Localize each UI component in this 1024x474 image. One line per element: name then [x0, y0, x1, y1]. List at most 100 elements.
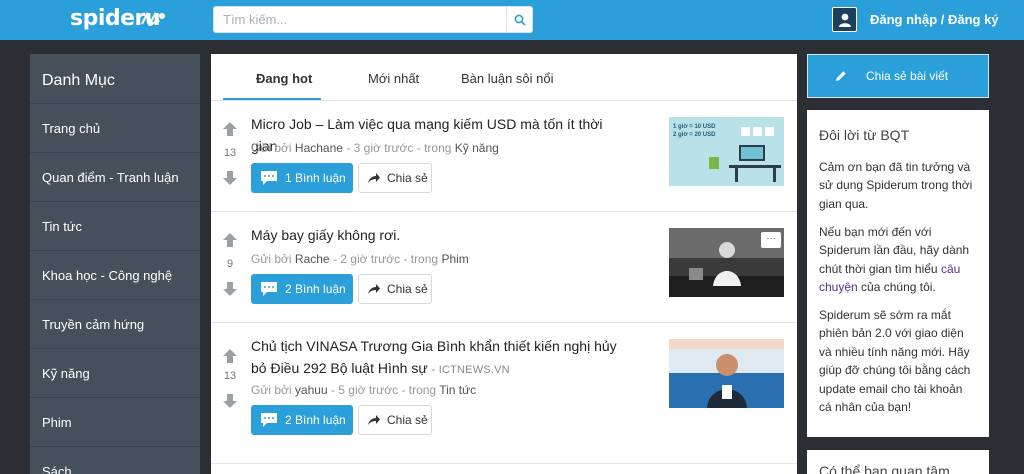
text-line: sử dụng Spiderum trong thời [819, 178, 973, 193]
post-thumbnail[interactable]: 1 giờ = 10 USD 2 giờ = 20 USD [669, 117, 784, 186]
vote-count: 13 [223, 370, 237, 382]
text-line: Spiderum sẽ sớm ra mắt [819, 308, 951, 322]
post-meta: Gửi bởi Rache - 2 giờ trước - trong Phim [251, 252, 469, 266]
post-time: - 2 giờ trước - trong [332, 252, 439, 266]
text-line: giúp đỡ chúng tôi bằng cách [819, 363, 971, 378]
text-line: Nếu bạn mới đến với [819, 225, 932, 239]
author-link[interactable]: Rache [295, 252, 330, 266]
category-link[interactable]: Kỹ năng [455, 141, 499, 155]
share-button[interactable]: Chia sẻ [358, 163, 432, 193]
suggested-card: Có thể bạn quan tâm [807, 450, 989, 474]
sidebar-item-home[interactable]: Trang chủ [30, 103, 200, 152]
divider [211, 211, 797, 212]
search-input[interactable] [214, 7, 504, 32]
comment-bubble-icon [261, 171, 277, 185]
sidebar-item-opinion[interactable]: Quan điểm - Tranh luận [30, 152, 200, 201]
vote-count: 13 [223, 147, 237, 159]
search-button[interactable] [506, 7, 532, 32]
share-label: Chia sẻ [387, 282, 428, 296]
downvote-arrow-icon[interactable] [221, 392, 239, 410]
story-link[interactable]: câu [941, 262, 960, 276]
by-label: Gửi bởi [251, 141, 292, 155]
text-fragment: chút thời gian tìm hiểu [819, 261, 938, 276]
text-line: Cảm ơn bạn đã tin tưởng và [819, 160, 971, 174]
sidebar-item-skills[interactable]: Kỹ năng [30, 348, 200, 397]
spider-logo-icon[interactable] [140, 10, 166, 28]
comment-bubble-icon [261, 282, 277, 296]
post-feed: Đang hot Mới nhất Bàn luận sôi nổi 13 Mi… [211, 54, 797, 474]
sidebar-item-news[interactable]: Tin tức [30, 201, 200, 250]
upvote-arrow-icon[interactable] [221, 120, 239, 138]
top-navbar: spideru Đăng nhập / Đăng ký [0, 0, 1024, 40]
comments-label: 2 Bình luận [285, 413, 346, 427]
tab-most-discussed[interactable]: Bàn luận sôi nổi [461, 71, 554, 86]
pencil-icon [836, 71, 846, 81]
share-post-label: Chia sẻ bài viết [866, 69, 949, 83]
sidebar-item-inspiration[interactable]: Truyền cảm hứng [30, 299, 200, 348]
sidebar-item-movies[interactable]: Phim [30, 397, 200, 446]
admin-note-paragraph: Nếu bạn mới đến với Spiderum lần đầu, hã… [819, 223, 981, 297]
text-line: Spiderum lần đầu, hãy dành [819, 243, 970, 258]
admin-note-title: Đôi lời từ BQT [819, 127, 910, 143]
admin-note-card: Đôi lời từ BQT Cảm ơn bạn đã tin tưởng v… [807, 110, 989, 437]
text-line: chút thời gian tìm hiểu câu [819, 260, 981, 278]
category-link[interactable]: Phim [441, 252, 468, 266]
user-avatar-icon[interactable] [832, 7, 857, 32]
text-line: và nhiều tính năng mới. Hãy [819, 344, 970, 359]
post-thumbnail[interactable] [669, 339, 784, 408]
post-source[interactable]: - ICTNEWS.VN [432, 364, 510, 376]
sidebar-item-science-tech[interactable]: Khoa học - Công nghệ [30, 250, 200, 299]
upvote-arrow-icon[interactable] [221, 231, 239, 249]
text-line: phiên bản 2.0 với giao diện [819, 326, 964, 341]
thumb-caption-1: 1 giờ = 10 USD [673, 124, 716, 130]
comment-bubble-icon [261, 413, 277, 427]
comments-button[interactable]: 1 Bình luận [251, 163, 353, 193]
suggested-title: Có thể bạn quan tâm [819, 463, 950, 474]
share-arrow-icon [368, 284, 380, 294]
tab-newest[interactable]: Mới nhất [368, 71, 419, 86]
post-title[interactable]: Chủ tịch VINASA Trương Gia Bình khẩn thi… [251, 335, 631, 381]
text-line: chuyện của chúng tôi. [819, 278, 981, 296]
share-arrow-icon [368, 173, 380, 183]
downvote-arrow-icon[interactable] [221, 280, 239, 298]
text-line: cá nhân của bạn! [819, 400, 912, 415]
thumb-caption-2: 2 giờ = 20 USD [673, 132, 716, 138]
author-link[interactable]: yahuu [295, 383, 328, 397]
post-meta: Gửi bởi Hachane - 3 giờ trước - trong Kỹ… [251, 141, 499, 155]
by-label: Gửi bởi [251, 383, 292, 397]
share-arrow-icon [368, 415, 380, 425]
share-label: Chia sẻ [387, 171, 428, 185]
category-sidebar: Danh Mục Trang chủ Quan điểm - Tranh luậ… [30, 54, 200, 474]
divider [211, 322, 797, 323]
comments-button[interactable]: 2 Bình luận [251, 405, 353, 435]
author-link[interactable]: Hachane [295, 141, 343, 155]
tab-hot[interactable]: Đang hot [256, 71, 312, 86]
share-button[interactable]: Chia sẻ [358, 274, 432, 304]
share-post-button[interactable]: Chia sẻ bài viết [807, 54, 989, 98]
comments-label: 1 Bình luận [285, 171, 346, 185]
search-box [213, 6, 533, 33]
sidebar-item-books[interactable]: Sách [30, 446, 200, 474]
story-link[interactable]: chuyện [819, 280, 858, 294]
text-fragment: của chúng tôi. [861, 280, 936, 295]
post-meta: Gửi bởi yahuu - 5 giờ trước - trong Tin … [251, 383, 476, 397]
sidebar-title: Danh Mục [42, 72, 115, 89]
divider [211, 100, 797, 101]
vote-count: 9 [226, 258, 234, 270]
downvote-arrow-icon[interactable] [221, 169, 239, 187]
post-title[interactable]: Máy bay giấy không rơi. [251, 224, 631, 246]
comments-label: 2 Bình luận [285, 282, 346, 296]
by-label: Gửi bởi [251, 252, 292, 266]
comments-button[interactable]: 2 Bình luận [251, 274, 353, 304]
share-label: Chia sẻ [387, 413, 428, 427]
category-link[interactable]: Tin tức [439, 383, 476, 397]
upvote-arrow-icon[interactable] [221, 347, 239, 365]
text-line: update email cho tài khoản [819, 381, 963, 396]
admin-note-paragraph: Cảm ơn bạn đã tin tưởng và sử dụng Spide… [819, 158, 981, 213]
admin-note-paragraph: Spiderum sẽ sớm ra mắt phiên bản 2.0 với… [819, 306, 981, 416]
login-register-link[interactable]: Đăng nhập / Đăng ký [870, 12, 999, 27]
more-options-button[interactable]: ··· [761, 232, 781, 248]
post-thumbnail[interactable]: ··· [669, 228, 784, 297]
share-button[interactable]: Chia sẻ [358, 405, 432, 435]
post-time: - 5 giờ trước - trong [330, 383, 437, 397]
